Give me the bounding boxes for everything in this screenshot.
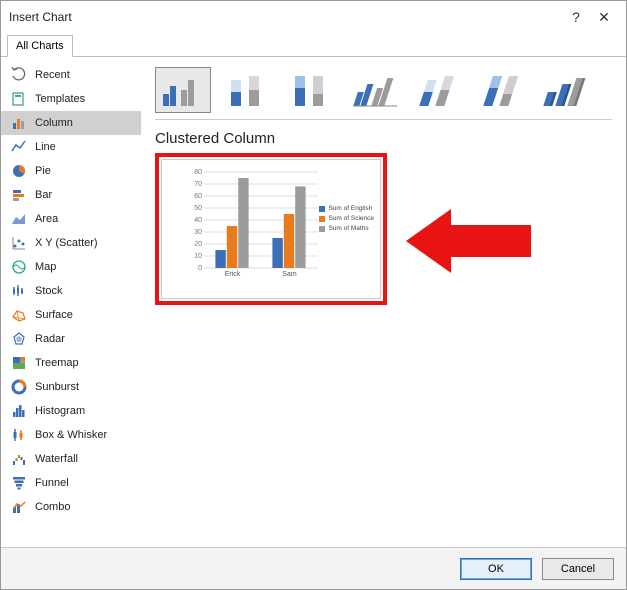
xy-scatter-icon	[11, 235, 27, 251]
cancel-button[interactable]: Cancel	[542, 558, 614, 580]
sidebar-item-label: Bar	[35, 189, 52, 201]
sidebar-item-label: Map	[35, 261, 56, 273]
box-whisker-icon	[11, 427, 27, 443]
subtype-row	[155, 67, 612, 113]
sidebar-item-label: X Y (Scatter)	[35, 237, 98, 249]
preview-wrapper: 0 10 20 30 40 50 60 70 80 Erick Sam Sum of English…	[155, 153, 387, 305]
treemap-icon	[11, 355, 27, 371]
funnel-icon	[11, 475, 27, 491]
callout-arrow-icon	[406, 201, 536, 281]
main-panel: Clustered Column 0 10 20 30 40 50 60 70 80 Erick S…	[141, 57, 626, 539]
sidebar-item-waterfall[interactable]: Waterfall	[1, 447, 141, 471]
subtype-3d-column[interactable]	[539, 67, 595, 113]
sidebar-item-label: Stock	[35, 285, 63, 297]
sidebar-item-label: Histogram	[35, 405, 85, 417]
chart-legend: Sum of English Sum of Science Sum of Maths	[319, 202, 374, 235]
sidebar-item-label: Waterfall	[35, 453, 78, 465]
chart-category-sidebar: Recent Templates Column Line Pie Bar Area X Y (…	[1, 57, 141, 539]
column-icon	[11, 115, 27, 131]
sidebar-item-label: Surface	[35, 309, 73, 321]
subtype-stacked-column[interactable]	[219, 67, 275, 113]
sidebar-item-label: Funnel	[35, 477, 69, 489]
subtype-3d-stacked-column[interactable]	[411, 67, 467, 113]
sidebar-item-label: Recent	[35, 69, 70, 81]
sidebar-item-label: Pie	[35, 165, 51, 177]
legend-item: Sum of English	[319, 205, 374, 212]
sidebar-item-surface[interactable]: Surface	[1, 303, 141, 327]
surface-icon	[11, 307, 27, 323]
pie-icon	[11, 163, 27, 179]
sidebar-item-sunburst[interactable]: Sunburst	[1, 375, 141, 399]
close-button[interactable]: ✕	[590, 9, 618, 26]
sidebar-item-label: Treemap	[35, 357, 79, 369]
legend-item: Sum of Maths	[319, 225, 374, 232]
sidebar-item-line[interactable]: Line	[1, 135, 141, 159]
sidebar-item-box-whisker[interactable]: Box & Whisker	[1, 423, 141, 447]
svg-text:70: 70	[194, 181, 202, 188]
area-icon	[11, 211, 27, 227]
tabstrip: All Charts	[1, 33, 626, 57]
sunburst-icon	[11, 379, 27, 395]
sidebar-item-templates[interactable]: Templates	[1, 87, 141, 111]
waterfall-icon	[11, 451, 27, 467]
sidebar-item-label: Line	[35, 141, 56, 153]
sidebar-item-label: Box & Whisker	[35, 429, 107, 441]
sidebar-item-pie[interactable]: Pie	[1, 159, 141, 183]
sidebar-item-stock[interactable]: Stock	[1, 279, 141, 303]
titlebar: Insert Chart ? ✕	[1, 1, 626, 33]
recent-icon	[11, 67, 27, 83]
subtype-100-stacked-column[interactable]	[283, 67, 339, 113]
stock-icon	[11, 283, 27, 299]
window-title: Insert Chart	[9, 10, 562, 24]
histogram-icon	[11, 403, 27, 419]
sidebar-item-bar[interactable]: Bar	[1, 183, 141, 207]
svg-text:0: 0	[198, 265, 202, 272]
dialog-content: Recent Templates Column Line Pie Bar Area X Y (…	[1, 57, 626, 539]
chart-svg: 0 10 20 30 40 50 60 70 80 Erick Sam	[190, 168, 320, 280]
chart-preview[interactable]: 0 10 20 30 40 50 60 70 80 Erick Sam Sum of English…	[161, 159, 381, 299]
sidebar-item-label: Combo	[35, 501, 70, 513]
svg-text:20: 20	[194, 241, 202, 248]
sidebar-item-funnel[interactable]: Funnel	[1, 471, 141, 495]
sidebar-item-histogram[interactable]: Histogram	[1, 399, 141, 423]
templates-icon	[11, 91, 27, 107]
line-icon	[11, 139, 27, 155]
sidebar-item-combo[interactable]: Combo	[1, 495, 141, 519]
highlight-border: 0 10 20 30 40 50 60 70 80 Erick Sam Sum of English…	[155, 153, 387, 305]
subtype-3d-clustered-column[interactable]	[347, 67, 403, 113]
bar-icon	[11, 187, 27, 203]
sidebar-item-label: Templates	[35, 93, 85, 105]
subtype-clustered-column[interactable]	[155, 67, 211, 113]
svg-text:30: 30	[194, 229, 202, 236]
tab-all-charts[interactable]: All Charts	[7, 35, 73, 57]
svg-text:Sam: Sam	[282, 271, 297, 278]
ok-button[interactable]: OK	[460, 558, 532, 580]
svg-text:50: 50	[194, 205, 202, 212]
dialog-footer: OK Cancel	[1, 547, 626, 589]
svg-text:80: 80	[194, 169, 202, 176]
sidebar-item-label: Sunburst	[35, 381, 79, 393]
divider	[155, 119, 612, 120]
sidebar-item-label: Column	[35, 117, 73, 129]
svg-text:Erick: Erick	[225, 271, 241, 278]
combo-icon	[11, 499, 27, 515]
sidebar-item-label: Area	[35, 213, 58, 225]
sidebar-item-recent[interactable]: Recent	[1, 63, 141, 87]
subtype-3d-100-stacked-column[interactable]	[475, 67, 531, 113]
sidebar-item-area[interactable]: Area	[1, 207, 141, 231]
svg-text:40: 40	[194, 217, 202, 224]
sidebar-item-radar[interactable]: Radar	[1, 327, 141, 351]
sidebar-item-column[interactable]: Column	[1, 111, 141, 135]
map-icon	[11, 259, 27, 275]
legend-item: Sum of Science	[319, 215, 374, 222]
subtype-title: Clustered Column	[155, 130, 612, 147]
sidebar-item-map[interactable]: Map	[1, 255, 141, 279]
svg-text:60: 60	[194, 193, 202, 200]
sidebar-item-label: Radar	[35, 333, 65, 345]
sidebar-item-xy-scatter[interactable]: X Y (Scatter)	[1, 231, 141, 255]
sidebar-item-treemap[interactable]: Treemap	[1, 351, 141, 375]
svg-text:10: 10	[194, 253, 202, 260]
radar-icon	[11, 331, 27, 347]
help-button[interactable]: ?	[562, 9, 590, 25]
